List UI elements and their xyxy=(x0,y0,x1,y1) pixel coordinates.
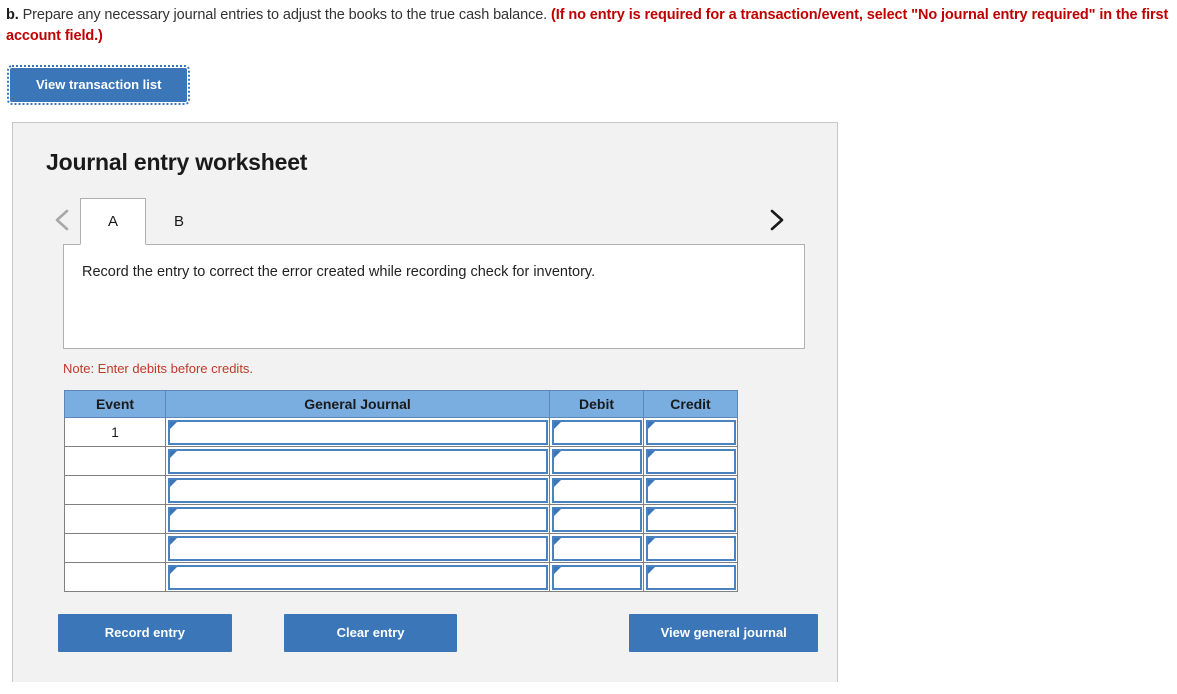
tab-b-label: B xyxy=(173,213,184,231)
event-cell xyxy=(64,504,166,535)
general-journal-cell xyxy=(165,504,550,535)
table-row xyxy=(64,504,738,535)
question-prompt: b. Prepare any necessary journal entries… xyxy=(0,0,1177,46)
credit-cell xyxy=(643,417,738,448)
chevron-left-icon[interactable] xyxy=(46,196,80,244)
column-header-general-journal: General Journal xyxy=(165,390,550,419)
debit-cell xyxy=(549,446,644,477)
tab-a-label: A xyxy=(107,213,118,231)
debit-input[interactable] xyxy=(552,419,642,445)
credit-input[interactable] xyxy=(646,419,736,445)
column-header-debit: Debit xyxy=(549,390,644,419)
view-transaction-list-button[interactable]: View transaction list xyxy=(6,65,191,106)
question-text: Prepare any necessary journal entries to… xyxy=(18,7,552,23)
tab-b[interactable]: B xyxy=(146,198,212,244)
general-journal-cell xyxy=(165,446,550,477)
credit-cell xyxy=(643,504,738,535)
event-cell xyxy=(64,446,166,477)
general-journal-input[interactable] xyxy=(168,448,548,474)
general-journal-input[interactable] xyxy=(168,564,548,590)
debit-input[interactable] xyxy=(552,535,642,561)
event-cell: 1 xyxy=(64,417,166,448)
debit-cell xyxy=(549,562,644,593)
event-cell xyxy=(64,533,166,564)
column-header-event: Event xyxy=(64,390,166,419)
general-journal-cell xyxy=(165,533,550,564)
general-journal-cell xyxy=(165,475,550,506)
general-journal-input[interactable] xyxy=(168,477,548,503)
question-label: b. xyxy=(6,7,19,23)
view-general-journal-button[interactable]: View general journal xyxy=(629,614,818,653)
credit-input[interactable] xyxy=(646,506,736,532)
debit-input[interactable] xyxy=(552,448,642,474)
chevron-right-icon[interactable] xyxy=(759,196,793,244)
debit-input[interactable] xyxy=(552,506,642,532)
debit-cell xyxy=(549,504,644,535)
debits-before-credits-note: Note: Enter debits before credits. xyxy=(63,361,254,377)
table-row xyxy=(64,446,738,477)
credit-cell xyxy=(643,446,738,477)
credit-input[interactable] xyxy=(646,477,736,503)
debit-input[interactable] xyxy=(552,564,642,590)
general-journal-input[interactable] xyxy=(168,535,548,561)
table-row xyxy=(64,533,738,564)
view-transaction-list-container: View transaction list xyxy=(0,46,1177,106)
column-header-credit: Credit xyxy=(643,390,738,419)
table-row xyxy=(64,475,738,506)
worksheet-title: Journal entry worksheet xyxy=(46,149,308,176)
debit-input[interactable] xyxy=(552,477,642,503)
tab-a[interactable]: A xyxy=(80,198,146,246)
general-journal-input[interactable] xyxy=(168,506,548,532)
journal-entry-table: Event General Journal Debit Credit 1 xyxy=(64,390,738,593)
credit-cell xyxy=(643,475,738,506)
general-journal-cell xyxy=(165,562,550,593)
credit-cell xyxy=(643,562,738,593)
worksheet-action-buttons: Record entry Clear entry View general jo… xyxy=(58,614,818,653)
general-journal-cell xyxy=(165,417,550,448)
clear-entry-button[interactable]: Clear entry xyxy=(283,614,458,653)
table-row: 1 xyxy=(64,417,738,448)
table-header-row: Event General Journal Debit Credit xyxy=(64,390,738,419)
table-row xyxy=(64,562,738,593)
journal-entry-worksheet-panel: Journal entry worksheet A B Record the e… xyxy=(12,122,838,683)
event-cell xyxy=(64,562,166,593)
credit-cell xyxy=(643,533,738,564)
worksheet-tabbar: A B xyxy=(13,196,837,246)
credit-input[interactable] xyxy=(646,564,736,590)
general-journal-input[interactable] xyxy=(168,419,548,445)
event-cell xyxy=(64,475,166,506)
debit-cell xyxy=(549,417,644,448)
record-entry-button[interactable]: Record entry xyxy=(58,614,232,653)
transaction-description-text: Record the entry to correct the error cr… xyxy=(82,264,596,281)
credit-input[interactable] xyxy=(646,535,736,561)
transaction-description-box: Record the entry to correct the error cr… xyxy=(63,244,805,350)
credit-input[interactable] xyxy=(646,448,736,474)
debit-cell xyxy=(549,533,644,564)
debit-cell xyxy=(549,475,644,506)
